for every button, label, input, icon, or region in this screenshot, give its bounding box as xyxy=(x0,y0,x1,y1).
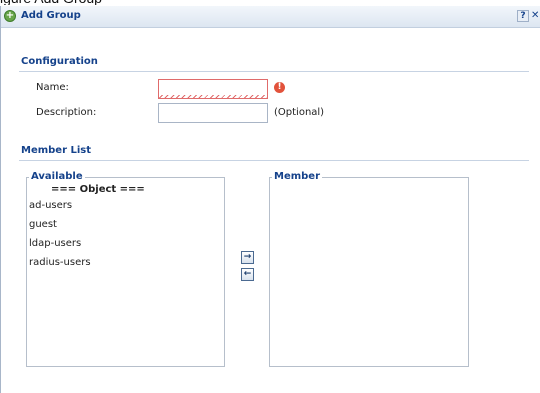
description-input[interactable] xyxy=(158,103,268,123)
member-list-section-title: Member List xyxy=(21,145,92,156)
list-item[interactable]: radius-users xyxy=(29,257,91,268)
cropped-caption-text: igure Add Group xyxy=(0,0,540,5)
add-icon: + xyxy=(4,10,16,22)
configuration-divider xyxy=(19,71,529,72)
dialog-title: Add Group xyxy=(21,10,81,21)
configuration-section-title: Configuration xyxy=(21,56,98,67)
available-legend: Available xyxy=(29,171,85,182)
list-item[interactable]: guest xyxy=(29,219,57,230)
available-list[interactable]: Available === Object === ad-users guest … xyxy=(26,171,225,367)
available-list-header: === Object === xyxy=(51,184,145,195)
optional-note: (Optional) xyxy=(274,107,325,118)
member-list[interactable]: Member xyxy=(269,171,469,367)
remove-member-button[interactable]: ← xyxy=(241,268,254,281)
close-icon[interactable]: ✕ xyxy=(531,10,540,22)
add-group-dialog: + Add Group ? ✕ Configuration Name: ! De… xyxy=(0,6,540,393)
dialog-titlebar: + Add Group ? ✕ xyxy=(1,6,540,28)
name-input[interactable] xyxy=(158,79,268,99)
description-label: Description: xyxy=(36,107,97,118)
name-label: Name: xyxy=(36,82,69,93)
member-list-divider xyxy=(19,160,529,161)
add-member-button[interactable]: → xyxy=(241,251,254,264)
list-item[interactable]: ad-users xyxy=(29,200,72,211)
list-item[interactable]: ldap-users xyxy=(29,238,81,249)
error-icon: ! xyxy=(274,82,285,93)
member-legend: Member xyxy=(272,171,323,182)
help-button[interactable]: ? xyxy=(517,10,529,22)
